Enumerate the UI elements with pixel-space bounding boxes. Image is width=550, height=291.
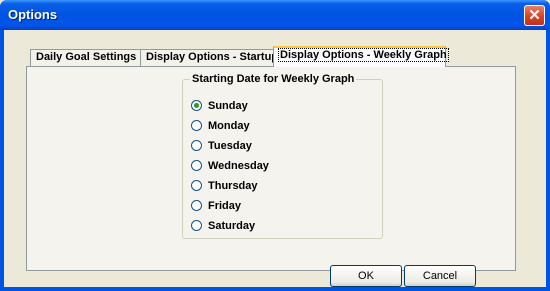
- cancel-button[interactable]: Cancel: [404, 265, 476, 287]
- radio-label: Monday: [208, 120, 250, 132]
- radio-unselected-icon: [191, 220, 202, 231]
- radio-unselected-icon: [191, 160, 202, 171]
- radio-selected-icon: [191, 100, 202, 111]
- tab-label: Display Options - Weekly Graph: [278, 48, 449, 62]
- radio-label: Wednesday: [208, 160, 269, 172]
- tab-display-options-weekly-graph[interactable]: Display Options - Weekly Graph: [273, 46, 449, 67]
- radio-friday[interactable]: Friday: [191, 200, 241, 214]
- radio-label: Friday: [208, 200, 242, 212]
- radio-label: Sunday: [208, 100, 248, 112]
- window-frame-bottom: [0, 287, 550, 291]
- radio-unselected-icon: [191, 120, 202, 131]
- options-window: Options ✕ Daily Goal Settings Display Op…: [0, 0, 550, 291]
- tab-display-options-startup[interactable]: Display Options - Startup: [140, 49, 279, 66]
- dialog-client-area: Daily Goal Settings Display Options - St…: [4, 30, 546, 287]
- close-icon: ✕: [528, 7, 541, 24]
- radio-unselected-icon: [191, 180, 202, 191]
- radio-saturday[interactable]: Saturday: [191, 220, 255, 234]
- title-bar[interactable]: Options ✕: [0, 0, 550, 30]
- tab-label: Display Options - Startup: [146, 51, 279, 63]
- groupbox-legend: Starting Date for Weekly Graph: [190, 73, 357, 85]
- window-title: Options: [8, 7, 58, 22]
- starting-date-groupbox: Starting Date for Weekly Graph Sunday Mo…: [182, 73, 383, 239]
- radio-thursday[interactable]: Thursday: [191, 180, 258, 194]
- tab-panel: Starting Date for Weekly Graph Sunday Mo…: [26, 66, 516, 271]
- radio-tuesday[interactable]: Tuesday: [191, 140, 252, 154]
- ok-button[interactable]: OK: [330, 265, 402, 287]
- radio-unselected-icon: [191, 140, 202, 151]
- close-button[interactable]: ✕: [524, 5, 545, 26]
- radio-label: Thursday: [208, 180, 258, 192]
- radio-wednesday[interactable]: Wednesday: [191, 160, 269, 174]
- tab-label: Daily Goal Settings: [36, 51, 137, 63]
- tab-daily-goal-settings[interactable]: Daily Goal Settings: [30, 49, 142, 66]
- window-frame-right: [546, 30, 550, 291]
- radio-sunday[interactable]: Sunday: [191, 100, 248, 114]
- radio-unselected-icon: [191, 200, 202, 211]
- radio-monday[interactable]: Monday: [191, 120, 250, 134]
- radio-label: Saturday: [208, 220, 256, 232]
- radio-label: Tuesday: [208, 140, 252, 152]
